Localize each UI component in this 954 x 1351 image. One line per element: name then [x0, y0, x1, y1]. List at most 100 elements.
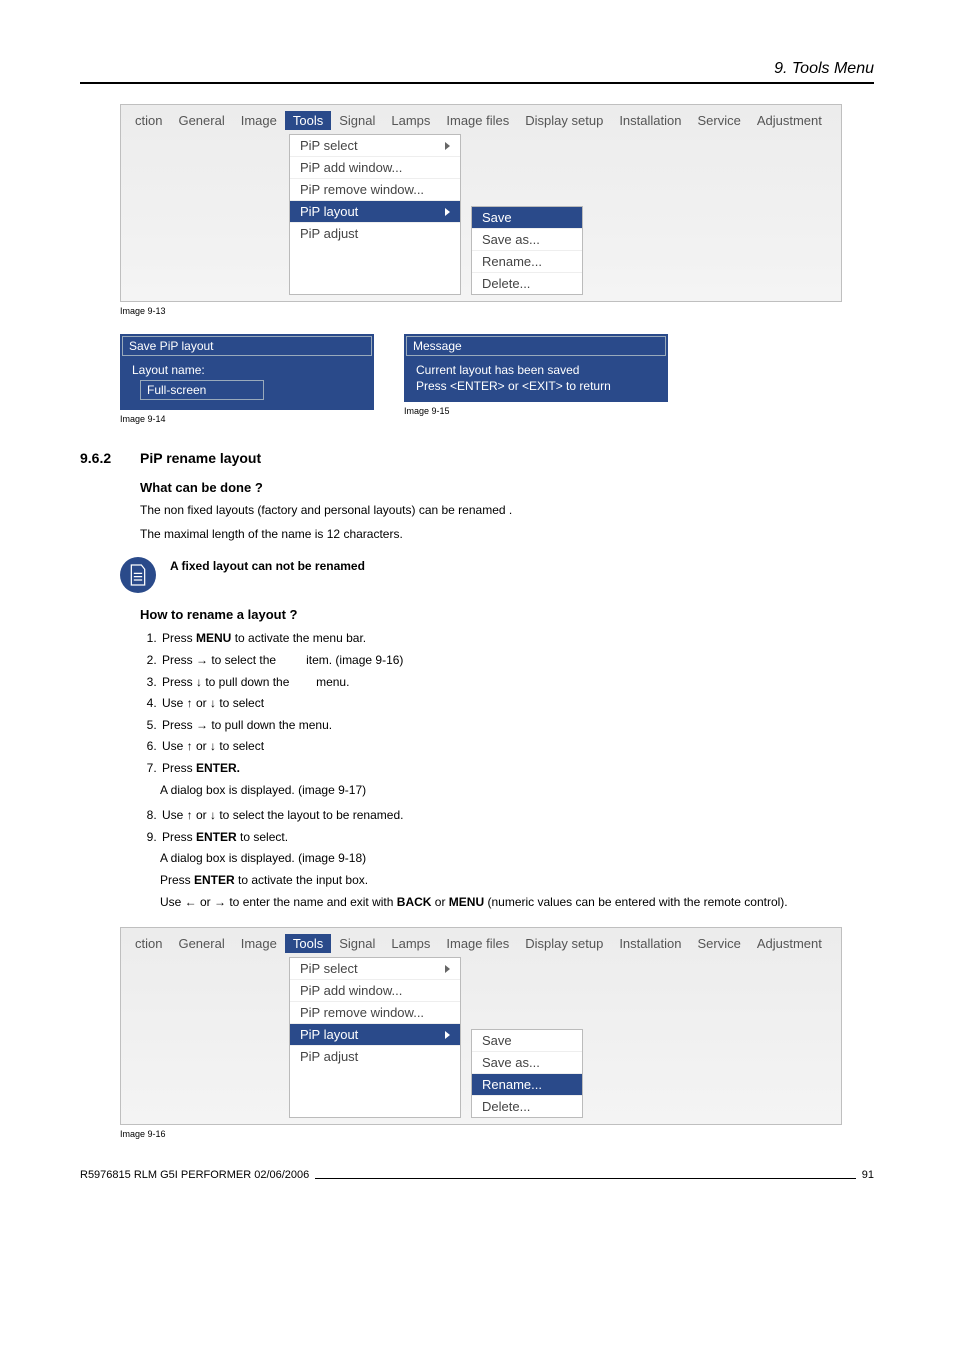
tools-dropdown: PiP select PiP add window... PiP remove … — [289, 134, 461, 295]
arrow-right-icon — [445, 1031, 450, 1039]
step-7: Press ENTER. — [160, 758, 874, 780]
menubar: ction General Image Tools Signal Lamps I… — [121, 932, 841, 957]
msg-line2: Press <ENTER> or <EXIT> to return — [416, 378, 660, 394]
label: PiP remove window... — [300, 1005, 424, 1020]
menu-tools[interactable]: Tools — [285, 934, 331, 953]
menu-adjustment[interactable]: Adjustment — [749, 111, 830, 130]
item-pip-select[interactable]: PiP select — [290, 135, 460, 156]
step-9: Press ENTER to select. — [160, 827, 874, 849]
arrow-right-icon — [445, 142, 450, 150]
step-6: Use ↑ or ↓ to select — [160, 736, 874, 758]
item-pip-add[interactable]: PiP add window... — [290, 156, 460, 178]
item-save-as[interactable]: Save as... — [472, 1051, 582, 1073]
label: PiP add window... — [300, 983, 402, 998]
step-5: Press → to pull down the menu. — [160, 715, 874, 737]
step-9-sub2: Press ENTER to activate the input box. — [160, 870, 874, 892]
subheading-how: How to rename a layout ? — [140, 607, 874, 622]
menu-screenshot-913: ction General Image Tools Signal Lamps I… — [120, 104, 842, 302]
step-3: Press ↓ to pull down the menu. — [160, 672, 874, 694]
menu-signal[interactable]: Signal — [331, 934, 383, 953]
note: A fixed layout can not be renamed — [120, 557, 874, 593]
paragraph: The maximal length of the name is 12 cha… — [140, 525, 874, 543]
menu-image[interactable]: Image — [233, 934, 285, 953]
dialog-message: Message Current layout has been saved Pr… — [404, 334, 668, 402]
menubar: ction General Image Tools Signal Lamps I… — [121, 109, 841, 134]
arrow-right-icon — [445, 965, 450, 973]
paragraph: The non fixed layouts (factory and perso… — [140, 501, 874, 519]
item-pip-select[interactable]: PiP select — [290, 958, 460, 979]
item-pip-remove[interactable]: PiP remove window... — [290, 1001, 460, 1023]
layout-name-input[interactable]: Full-screen — [140, 380, 264, 400]
menu-displaysetup[interactable]: Display setup — [517, 934, 611, 953]
menu-screenshot-916: ction General Image Tools Signal Lamps I… — [120, 927, 842, 1125]
note-icon — [120, 557, 156, 593]
layout-dropdown: Save Save as... Rename... Delete... — [471, 1029, 583, 1118]
menu-displaysetup[interactable]: Display setup — [517, 111, 611, 130]
item-pip-layout[interactable]: PiP layout — [290, 1023, 460, 1045]
footer: R5976815 RLM G5I PERFORMER 02/06/2006 91 — [80, 1169, 874, 1181]
caption-913: Image 9-13 — [120, 306, 874, 316]
item-rename[interactable]: Rename... — [472, 250, 582, 272]
menu-adjustment[interactable]: Adjustment — [749, 934, 830, 953]
label: PiP adjust — [300, 1049, 358, 1064]
note-text: A fixed layout can not be renamed — [170, 557, 365, 573]
caption-916: Image 9-16 — [120, 1129, 874, 1139]
step-4: Use ↑ or ↓ to select — [160, 693, 874, 715]
menu-imagefiles[interactable]: Image files — [438, 934, 517, 953]
menu-ction[interactable]: ction — [127, 934, 170, 953]
msg-line1: Current layout has been saved — [416, 362, 660, 378]
menu-installation[interactable]: Installation — [611, 111, 689, 130]
caption-914: Image 9-14 — [120, 414, 374, 424]
item-delete[interactable]: Delete... — [472, 1095, 582, 1117]
section-title: PiP rename layout — [140, 450, 261, 466]
menu-image[interactable]: Image — [233, 111, 285, 130]
section-heading: 9.6.2 PiP rename layout — [80, 450, 874, 466]
menu-service[interactable]: Service — [689, 111, 748, 130]
menu-lamps[interactable]: Lamps — [383, 111, 438, 130]
dialog-title: Save PiP layout — [122, 336, 372, 356]
steps-list: Press MENU to activate the menu bar. Pre… — [142, 628, 874, 779]
menu-general[interactable]: General — [170, 934, 232, 953]
step-9-sub3: Use ← or → to enter the name and exit wi… — [160, 892, 874, 914]
item-pip-adjust[interactable]: PiP adjust — [290, 1045, 460, 1067]
item-pip-add[interactable]: PiP add window... — [290, 979, 460, 1001]
step-1: Press MENU to activate the menu bar. — [160, 628, 874, 650]
arrow-right-icon — [445, 208, 450, 216]
header-rule — [80, 82, 874, 84]
item-save[interactable]: Save — [472, 207, 582, 228]
menu-lamps[interactable]: Lamps — [383, 934, 438, 953]
menu-imagefiles[interactable]: Image files — [438, 111, 517, 130]
steps-list-cont: Use ↑ or ↓ to select the layout to be re… — [142, 805, 874, 848]
dialog-title: Message — [406, 336, 666, 356]
item-save-as[interactable]: Save as... — [472, 228, 582, 250]
menu-signal[interactable]: Signal — [331, 111, 383, 130]
item-pip-adjust[interactable]: PiP adjust — [290, 222, 460, 244]
step-7-sub: A dialog box is displayed. (image 9-17) — [160, 780, 874, 802]
label: PiP select — [300, 138, 358, 153]
item-rename[interactable]: Rename... — [472, 1073, 582, 1095]
chapter-title: 9. Tools Menu — [80, 60, 874, 78]
item-pip-layout[interactable]: PiP layout — [290, 200, 460, 222]
subheading-what: What can be done ? — [140, 480, 874, 495]
dialog-save-pip: Save PiP layout Layout name: Full-screen — [120, 334, 374, 410]
menu-tools[interactable]: Tools — [285, 111, 331, 130]
page-number: 91 — [862, 1169, 874, 1181]
menu-service[interactable]: Service — [689, 934, 748, 953]
item-delete[interactable]: Delete... — [472, 272, 582, 294]
label: PiP remove window... — [300, 182, 424, 197]
item-save[interactable]: Save — [472, 1030, 582, 1051]
label: PiP select — [300, 961, 358, 976]
label: PiP add window... — [300, 160, 402, 175]
layout-name-label: Layout name: — [132, 362, 366, 378]
step-9-sub1: A dialog box is displayed. (image 9-18) — [160, 848, 874, 870]
layout-dropdown: Save Save as... Rename... Delete... — [471, 206, 583, 295]
menu-general[interactable]: General — [170, 111, 232, 130]
label: PiP layout — [300, 204, 358, 219]
step-2: Press → to select the item. (image 9-16) — [160, 650, 874, 672]
menu-ction[interactable]: ction — [127, 111, 170, 130]
item-pip-remove[interactable]: PiP remove window... — [290, 178, 460, 200]
label: PiP adjust — [300, 226, 358, 241]
label: PiP layout — [300, 1027, 358, 1042]
footer-left: R5976815 RLM G5I PERFORMER 02/06/2006 — [80, 1169, 309, 1181]
menu-installation[interactable]: Installation — [611, 934, 689, 953]
